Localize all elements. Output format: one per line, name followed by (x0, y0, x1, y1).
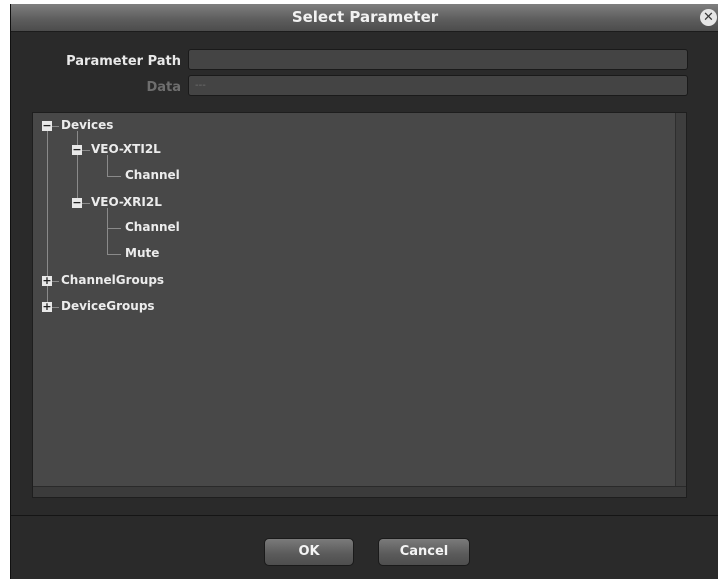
tree-item-channel-groups[interactable]: ChannelGroups (61, 273, 164, 287)
tree-connector (107, 254, 121, 255)
tree-item-channel[interactable]: Channel (125, 168, 180, 182)
dialog-title: Select Parameter (291, 8, 439, 26)
tree-connector (77, 131, 78, 203)
tree-connector (107, 176, 121, 177)
parameter-path-label: Parameter Path (66, 54, 181, 69)
tree-item-mute[interactable]: Mute (125, 246, 159, 260)
tree-connector (52, 281, 59, 282)
veo-xri2l-collapse-icon[interactable]: − (72, 197, 82, 208)
tree-connector (107, 228, 121, 229)
ok-button[interactable]: OK (264, 538, 354, 566)
horizontal-scrollbar[interactable] (33, 486, 686, 497)
tree-item-device-groups[interactable]: DeviceGroups (61, 299, 155, 313)
device-groups-expand-icon[interactable]: + (42, 301, 52, 312)
cancel-button[interactable]: Cancel (378, 538, 470, 566)
tree-connector (52, 307, 59, 308)
tree-connector (52, 126, 59, 127)
tree-item-channel[interactable]: Channel (125, 220, 180, 234)
tree-item-veo-xti2l[interactable]: VEO-XTI2L (91, 142, 161, 156)
vertical-scrollbar[interactable] (675, 113, 686, 488)
tree-connector (82, 150, 90, 151)
data-label: Data (146, 80, 181, 95)
title-bar[interactable]: Select Parameter ✕ (11, 4, 718, 32)
tree-item-devices[interactable]: Devices (61, 118, 113, 132)
data-field[interactable]: --- (188, 75, 688, 96)
veo-xti2l-collapse-icon[interactable]: − (72, 144, 82, 155)
devices-collapse-icon[interactable]: − (42, 120, 52, 131)
tree-item-veo-xri2l[interactable]: VEO-XRI2L (91, 195, 162, 209)
tree-connector (82, 203, 90, 204)
close-icon[interactable]: ✕ (700, 9, 717, 26)
parameter-tree: − Devices − VEO-XTI2L Channel − VEO-XRI2… (32, 112, 687, 498)
tree-connector (107, 208, 108, 255)
select-parameter-dialog: Select Parameter ✕ Parameter Path Data -… (10, 4, 718, 579)
footer-divider (11, 515, 718, 516)
channel-groups-expand-icon[interactable]: + (42, 275, 52, 286)
parameter-path-field[interactable] (188, 49, 688, 70)
tree-connector (107, 155, 108, 176)
